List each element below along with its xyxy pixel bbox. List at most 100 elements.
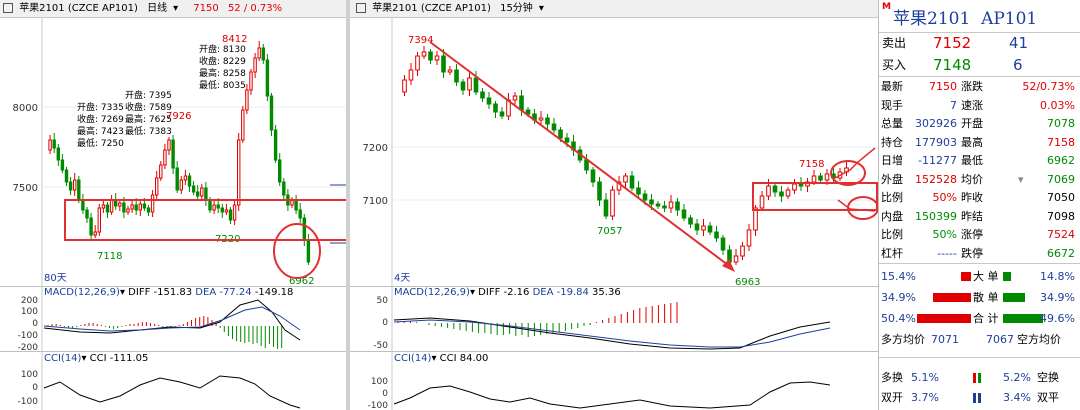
stat-value: 7098 [1047,209,1075,223]
candle-body [81,199,85,211]
candle-body [545,117,550,125]
ask-volume: 41 [1009,34,1029,52]
candle-body [538,117,544,121]
stat-label: 开盘 [961,117,983,130]
quote-row: 比例 50% 昨收 7050 [879,189,1080,207]
menu-icon[interactable] [356,3,366,13]
price-tick: 7200 [363,143,388,154]
macd-tick: -50 [373,341,388,351]
candle-body [48,139,52,151]
intraday-macd-chart[interactable]: 50 0 -50 [350,287,878,351]
candle-body [701,225,706,231]
position-text: 多换 [881,371,903,384]
macd-diff-line [393,317,831,350]
days-label: 4天 [394,273,410,284]
stat-label: 最新 [881,80,903,93]
flow-left-pct: 34.9% [881,291,916,304]
period-selector[interactable]: 日线 ▾ [147,3,184,14]
candle-body [105,204,110,213]
cci-tick: -100 [368,401,389,410]
bid-row[interactable]: 买入 7148 6 [879,54,1080,77]
candle-body [636,187,641,195]
daily-macd-chart[interactable]: 200 100 0 -100 -200 [0,287,346,351]
cci-tick: 100 [21,370,38,380]
flow-row: 15.4% 大 单 14.8% [879,268,1080,286]
contract-name: 苹果2101 (CZCE AP101) [19,3,138,14]
flow-bar-red [917,314,971,323]
chevron-down-icon[interactable]: ▾ [1018,171,1024,189]
menu-icon[interactable] [3,3,13,13]
candle-body [306,239,311,263]
candle-body [486,97,492,105]
candle-body [746,229,752,247]
breakdown-circle-annotation [273,223,321,279]
flow-label: 大 单 [973,270,999,283]
intraday-chart-panel[interactable]: 苹果2101 (CZCE AP101) 15分钟 ▾ 7200 7100 7394… [350,0,878,410]
candle-body [766,185,771,197]
intraday-cci-chart[interactable]: 100 0 -100 [350,352,878,410]
bid-label: 买入 [882,58,907,72]
candle-body [564,137,570,143]
level-label: 7057 [597,226,622,237]
bid-volume: 6 [1013,56,1023,74]
candle-body [603,199,609,217]
candle-body [714,231,719,239]
candle-body [241,109,245,141]
macd-tick: 100 [21,307,38,317]
stat-value: 7158 [1047,135,1075,149]
stat-label: 外盘 [881,172,903,186]
period-selector[interactable]: 15分钟 ▾ [500,3,550,14]
macd-tick: 50 [377,296,389,306]
daily-cci-chart[interactable]: 100 0 -100 [0,352,346,410]
candle-body [228,209,233,221]
intraday-main-chart[interactable]: 7200 7100 7394 7057 6963 7158 4天 [350,18,878,286]
stat-value: 7 [950,98,957,112]
candle-body [187,175,192,187]
tooltip-box: 开盘: 8130 收盘: 8229 最高: 8258 最低: 8035 [199,43,246,91]
candle-body [245,89,249,111]
candle-body [134,204,138,211]
candle-body [109,199,114,213]
daily-main-chart[interactable]: 8000 7500 8412 7926 7220 7118 6962 80天 开… [0,18,346,286]
candle-body [167,139,171,151]
quote-divider [879,263,1080,264]
stat-value: 150399 [915,209,957,223]
quote-row: 外盘 152528 均价 7069 ▾ [879,171,1080,189]
stat-value: -11277 [918,154,957,167]
daily-chart-panel[interactable]: 苹果2101 (CZCE AP101) 日线 ▾ 7150 52 / 0.73% … [0,0,346,410]
candle-body [101,204,106,209]
candle-body [668,201,674,209]
flow-right-pct: 14.8% [1040,270,1075,283]
flow-bar-red [933,293,971,302]
candle-body [551,123,557,131]
flow-right-pct: 49.6% [1040,312,1075,325]
candle-body [159,164,163,179]
quote-row: 持仓 177903 最高 7158 [879,134,1080,152]
stat-value: 7078 [1047,117,1075,130]
stat-label: 昨收 [961,191,983,204]
quote-row: 总量 302926 开盘 7078 [879,115,1080,133]
candle-body [237,139,241,206]
position-text: 双开 [881,391,903,404]
position-text: 空换 [1037,371,1059,384]
position-text: 双平 [1037,391,1059,404]
candle-body [499,111,505,117]
stat-label: 杠杆 [881,246,903,260]
candle-body [122,202,126,213]
ask-label: 卖出 [882,36,907,50]
stat-label: 最低 [961,154,983,167]
candle-body [130,204,134,210]
candle-body [694,223,700,231]
candle-body [68,181,73,191]
stat-label: 比例 [881,228,903,241]
price-tick: 8000 [13,103,38,114]
candle-body [204,187,208,201]
candle-body [772,185,778,193]
stat-label: 最高 [961,135,983,149]
tooltip-line: 收盘: 8229 [199,55,246,67]
intraday-candles [402,46,849,268]
bid-price: 7148 [933,56,972,74]
candle-body [146,207,151,213]
ask-row[interactable]: 卖出 7152 41 [879,32,1080,54]
candle-body [208,199,212,211]
